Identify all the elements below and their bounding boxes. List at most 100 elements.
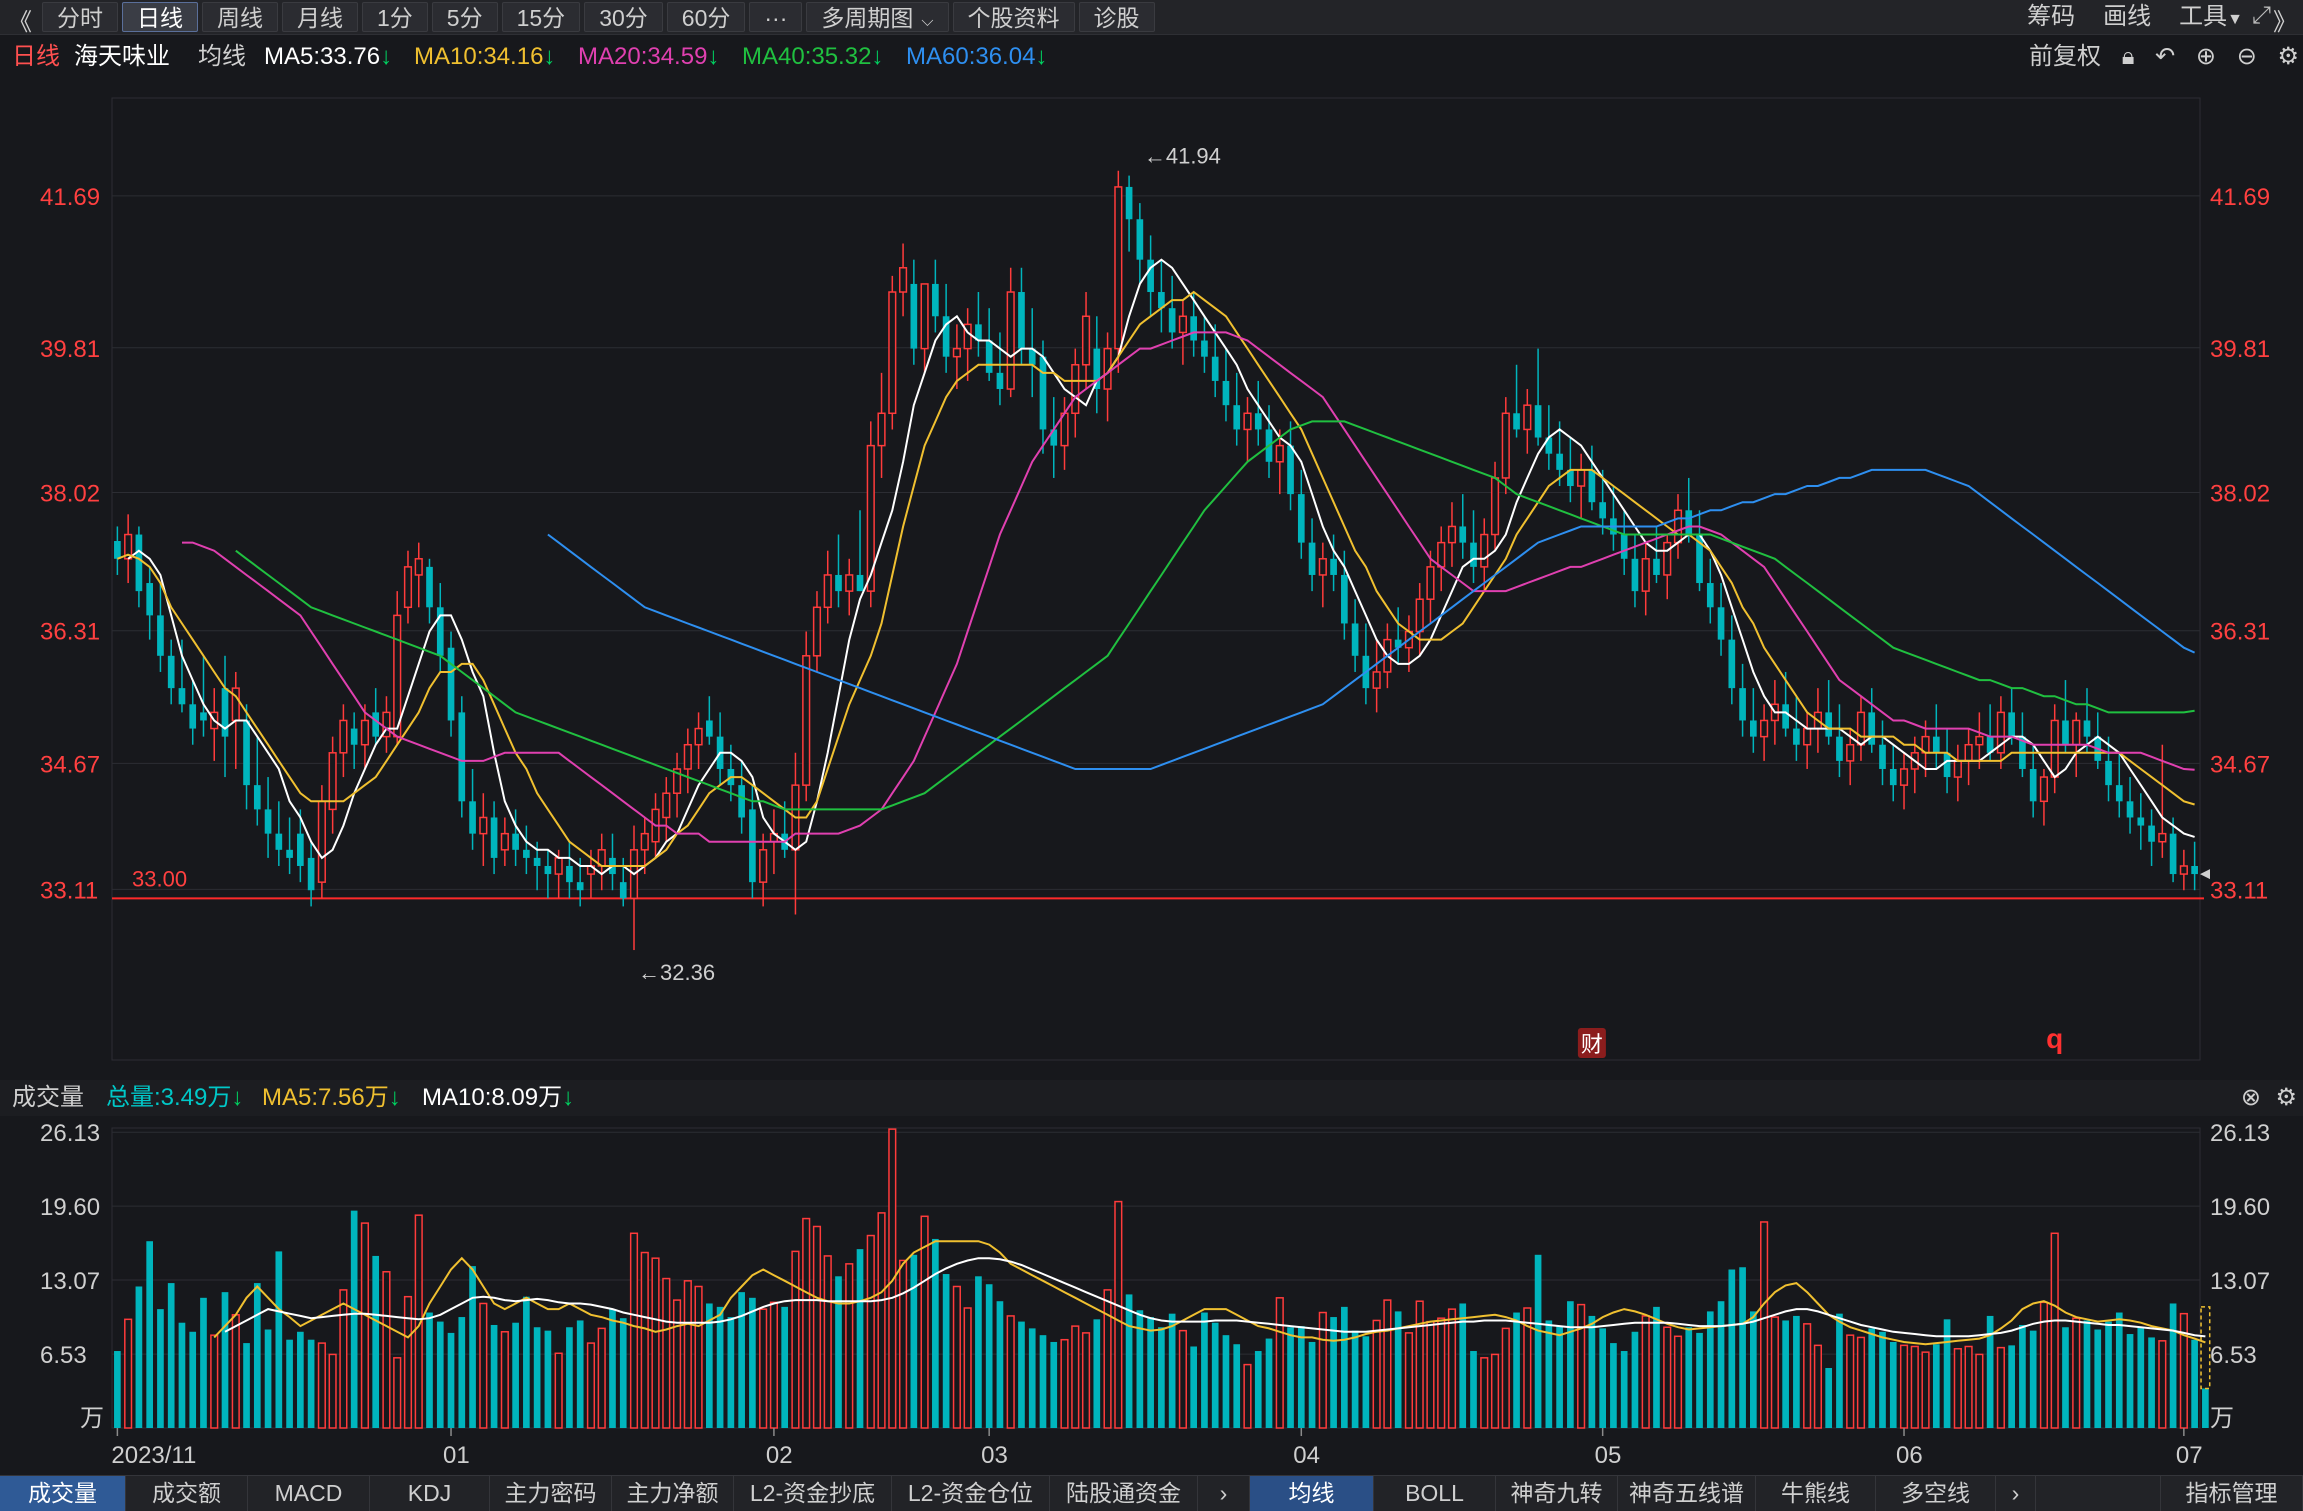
adjust-mode-button[interactable]: 前复权 [2029, 43, 2101, 70]
volume-chart[interactable]: 26.13 26.13 19.60 19.60 13.07 13.07 6.53 6.53 万 万… [0, 1118, 2303, 1475]
candle [1437, 541, 1446, 568]
y-tick-label-right: 41.69 [2210, 184, 2270, 211]
y-tick-label-right: 39.81 [2210, 336, 2270, 363]
draw-line-button[interactable]: 画线 [2103, 2, 2151, 35]
scroll-right-icon[interactable]: › [1996, 1476, 2036, 1511]
lock-icon[interactable]: 🔒︎ [2122, 43, 2135, 70]
tab-main-code[interactable]: 主力密码 [490, 1476, 612, 1511]
volume-bar [479, 1302, 488, 1429]
volume-bar [759, 1308, 768, 1429]
volume-bar [469, 1266, 476, 1428]
stock-diagnosis-button[interactable]: 诊股 [1078, 2, 1155, 32]
indicator-manager-button[interactable]: 指标管理 [2160, 1476, 2303, 1511]
collapse-left-icon[interactable]: 《 [8, 2, 32, 37]
candle [759, 849, 768, 883]
tab-timeshare[interactable]: 分时 [42, 2, 118, 32]
zoom-out-icon[interactable]: ⊖ [2237, 43, 2257, 70]
volume-bar [1071, 1325, 1080, 1429]
volume-bar [2137, 1327, 2145, 1428]
tab-1min[interactable]: 1分 [362, 2, 428, 32]
tab-turnover[interactable]: 成交额 [126, 1476, 248, 1511]
gear-icon[interactable]: ⚙ [2275, 1080, 2297, 1116]
candle [339, 719, 348, 754]
volume-bar [426, 1312, 433, 1428]
volume-bar [1125, 1294, 1133, 1428]
tab-five-line[interactable]: 神奇五线谱 [1618, 1476, 1756, 1511]
candle [1501, 412, 1510, 479]
tab-60min[interactable]: 60分 [666, 2, 746, 32]
volume-label[interactable]: 成交量 [12, 1080, 84, 1116]
tab-l2-bottom[interactable]: L2-资金抄底 [734, 1476, 892, 1511]
volume-bar [286, 1339, 293, 1428]
tab-weekly[interactable]: 周线 [202, 2, 278, 32]
stock-name[interactable]: 海天味业 [74, 38, 170, 76]
candle [307, 857, 315, 891]
gear-icon[interactable]: ⚙ [2277, 43, 2299, 70]
finance-event-label: 财 [1581, 1032, 1603, 1057]
more-periods-button[interactable]: ··· [749, 2, 803, 32]
tab-ma[interactable]: 均线 [1250, 1476, 1374, 1511]
candle [2083, 720, 2091, 737]
scroll-right-icon[interactable]: › [1198, 1476, 1250, 1511]
volume-total: 总量:3.49万↓ [106, 1080, 243, 1116]
volume-bar [210, 1334, 219, 1429]
tab-bull-bear[interactable]: 牛熊线 [1756, 1476, 1876, 1511]
tab-5min[interactable]: 5分 [431, 2, 498, 32]
tab-30min[interactable]: 30分 [584, 2, 663, 32]
volume-bar [1739, 1267, 1746, 1428]
tab-volume[interactable]: 成交量 [0, 1476, 126, 1511]
x-tick-label: 05 [1595, 1442, 1622, 1469]
fullscreen-icon[interactable]: ⤢ [2252, 2, 2271, 30]
period-tabs: 分时 日线 周线 月线 1分 5分 15分 30分 60分 ··· 多周期图 ⌵ … [42, 2, 1155, 32]
tab-daily[interactable]: 日线 [122, 2, 198, 32]
tab-long-short[interactable]: 多空线 [1876, 1476, 1996, 1511]
volume-bar [1782, 1320, 1789, 1428]
x-tick-label: 02 [766, 1442, 793, 1469]
collapse-right-icon[interactable]: 》 [2273, 2, 2297, 37]
tab-td-nine[interactable]: 神奇九转 [1496, 1476, 1618, 1511]
volume-bar [307, 1339, 315, 1428]
candle [1825, 712, 1833, 737]
volume-bar [856, 1249, 864, 1428]
volume-bar [2191, 1339, 2198, 1428]
x-tick-label: 06 [1896, 1442, 1923, 1469]
candle [447, 647, 455, 721]
multi-period-dropdown[interactable]: 多周期图 ⌵ [806, 2, 949, 32]
undo-icon[interactable]: ↶ [2155, 43, 2175, 70]
chart-controls: 前复权 🔒︎ ↶ ⊕ ⊖ ⚙ [2029, 38, 2303, 76]
tab-boll[interactable]: BOLL [1374, 1476, 1496, 1511]
down-arrow-icon: ↓ [1035, 43, 1048, 70]
volume-bar [1685, 1327, 1693, 1428]
volume-ma10: MA10:8.09万↓ [422, 1080, 574, 1116]
candle [512, 833, 519, 850]
stock-profile-button[interactable]: 个股资料 [952, 2, 1075, 32]
tab-l2-position[interactable]: L2-资金仓位 [892, 1476, 1050, 1511]
volume-bar [1158, 1327, 1165, 1428]
y-tick-label-left: 41.69 [40, 184, 100, 211]
close-icon[interactable]: ⊗ [2241, 1080, 2261, 1116]
volume-bar [1545, 1320, 1553, 1428]
volume-tick-label-right: 19.60 [2210, 1194, 2270, 1221]
tab-hk-connect[interactable]: 陆股通资金 [1050, 1476, 1198, 1511]
price-chart[interactable]: 41.69 41.69 39.81 39.81 38.02 38.02 36.31 36.31… [0, 78, 2303, 1078]
tab-monthly[interactable]: 月线 [282, 2, 358, 32]
tools-dropdown[interactable]: 工具▼ [2179, 2, 2243, 35]
volume-bar [297, 1331, 304, 1428]
tab-15min[interactable]: 15分 [501, 2, 581, 32]
zoom-in-icon[interactable]: ⊕ [2196, 43, 2216, 70]
volume-bar [436, 1321, 444, 1428]
candle [1975, 735, 1984, 746]
volume-ma5-text: MA5:7.56万 [262, 1084, 389, 1111]
candle [178, 688, 186, 705]
down-arrow-icon: ↓ [380, 43, 393, 70]
volume-bar [812, 1225, 822, 1429]
tab-macd[interactable]: MACD [248, 1476, 370, 1511]
tab-kdj[interactable]: KDJ [370, 1476, 490, 1511]
ma-label[interactable]: 均线 [198, 38, 246, 76]
volume-bar [791, 1250, 800, 1429]
volume-tick-label-right: 26.13 [2210, 1120, 2270, 1147]
candle [1846, 743, 1855, 762]
chips-button[interactable]: 筹码 [2027, 2, 2075, 35]
candle [523, 849, 530, 858]
tab-main-net[interactable]: 主力净额 [612, 1476, 734, 1511]
